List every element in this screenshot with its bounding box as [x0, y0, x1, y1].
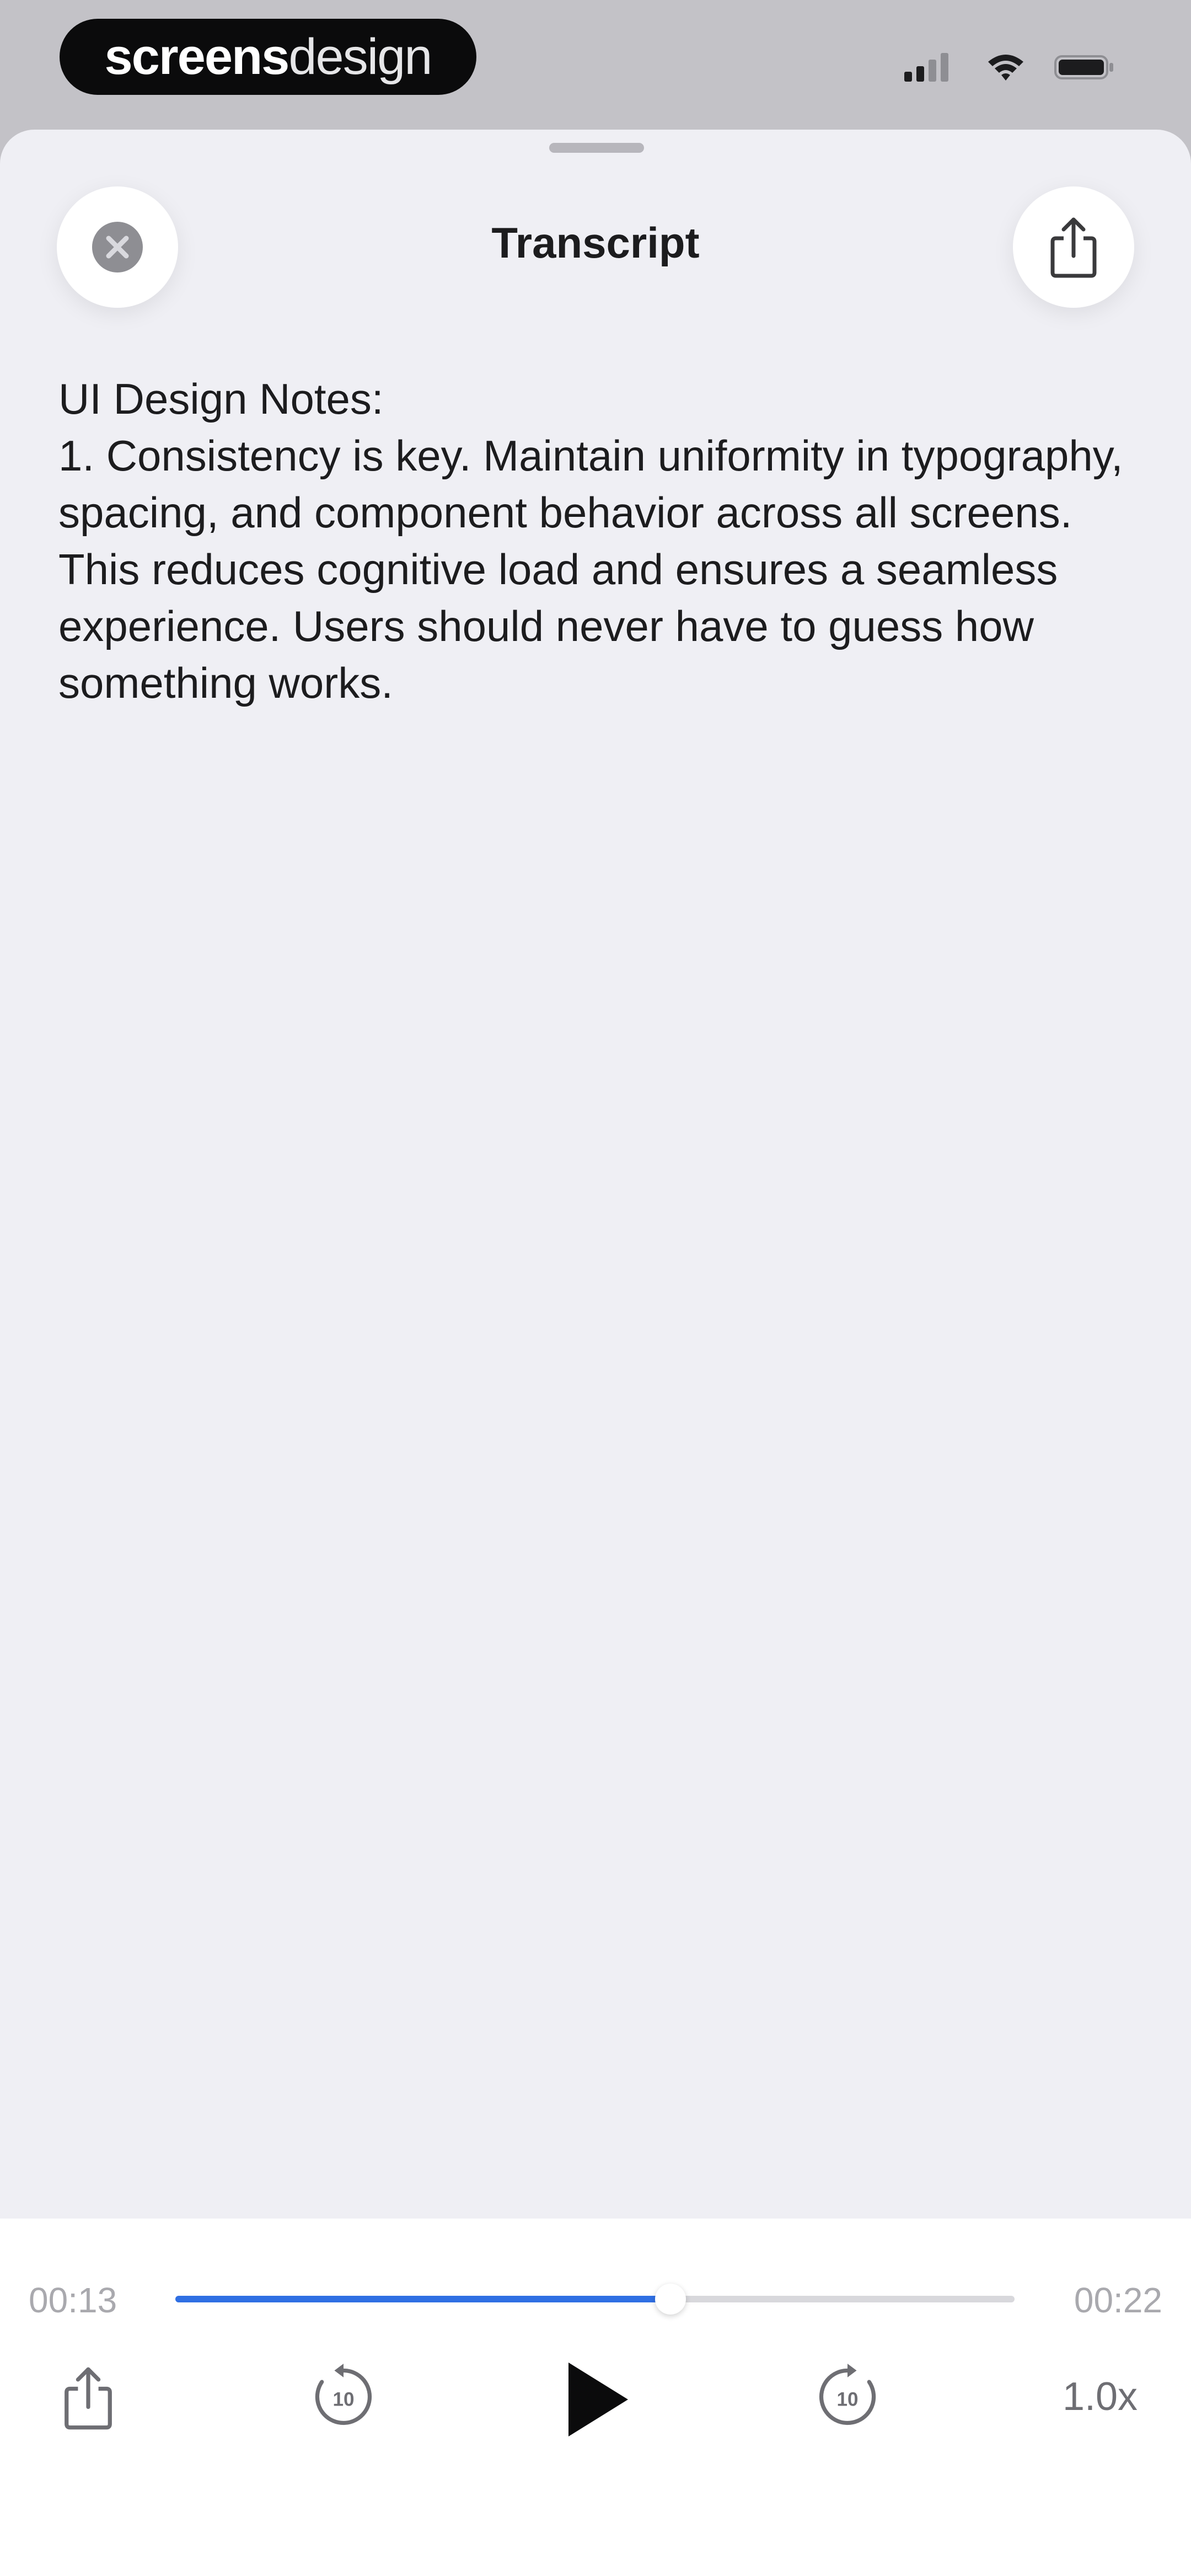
brand-wordmark: screensdesign: [104, 28, 433, 86]
current-time: 00:13: [29, 2280, 117, 2320]
transcript-sheet: Transcript UI Design Notes: 1. Consisten…: [0, 130, 1191, 2576]
cellular-signal-icon: [904, 53, 948, 82]
page-title: Transcript: [491, 218, 700, 267]
forward-seconds-label: 10: [836, 2389, 858, 2411]
rewind-10-button[interactable]: 10: [302, 2350, 385, 2444]
progress-fill: [175, 2296, 670, 2302]
forward-10-icon: 10: [819, 2364, 876, 2425]
progress-thumb[interactable]: [654, 2284, 686, 2315]
brand-logo: screensdesign: [60, 19, 476, 95]
transcript-text: UI Design Notes: 1. Consistency is key. …: [58, 375, 1123, 707]
share-icon: [65, 2367, 112, 2430]
rewind-10-icon: 10: [315, 2364, 372, 2425]
share-icon: [1050, 217, 1097, 278]
rewind-seconds-label: 10: [332, 2389, 354, 2411]
transcript-screen: screensdesign Transcript UI Design Notes…: [0, 0, 1191, 2576]
sheet-grabber[interactable]: [549, 143, 644, 153]
play-button[interactable]: [552, 2350, 641, 2449]
share-audio-button[interactable]: [50, 2351, 127, 2445]
play-icon: [568, 2363, 628, 2436]
battery-icon: [1054, 55, 1113, 79]
brand-wordmark-strong: screens: [104, 28, 290, 85]
status-bar: screensdesign: [0, 0, 1191, 121]
wifi-icon: [988, 55, 1023, 81]
progress-slider[interactable]: [175, 2284, 1015, 2315]
share-button[interactable]: [1013, 186, 1134, 308]
brand-wordmark-light: design: [288, 28, 432, 85]
audio-player: 00:13 00:22 10 10 1.0x: [0, 2219, 1191, 2576]
total-time: 00:22: [1074, 2280, 1162, 2320]
forward-10-button[interactable]: 10: [806, 2350, 889, 2444]
status-icons: [902, 51, 1115, 84]
playback-speed-button[interactable]: 1.0x: [1048, 2361, 1152, 2433]
